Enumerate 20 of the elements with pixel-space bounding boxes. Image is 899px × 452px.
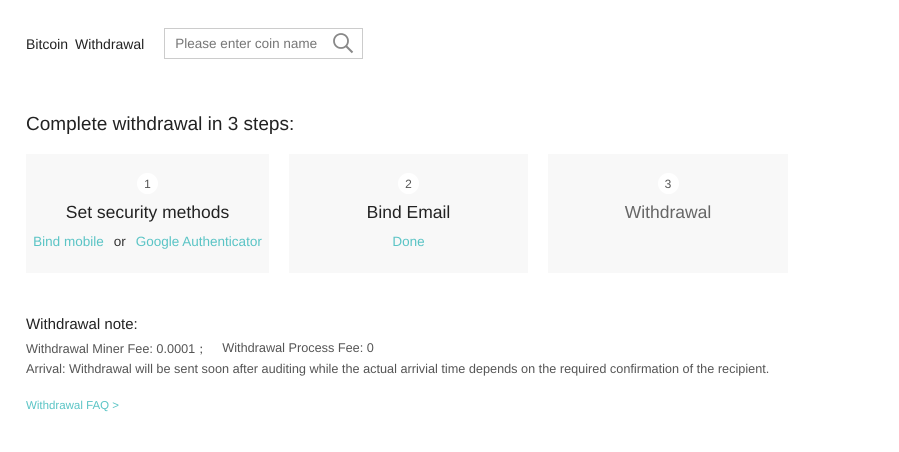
step-link[interactable]: Bind mobile [33, 234, 104, 249]
step-link[interactable]: Done [392, 234, 425, 249]
step-text: or [114, 234, 126, 249]
step-link[interactable]: Google Authenticator [136, 234, 262, 249]
fee-text: Withdrawal Miner Fee: 0.0001； [26, 341, 208, 358]
step-number: 3 [658, 173, 678, 194]
faq-link[interactable]: Withdrawal FAQ > [26, 400, 119, 412]
note-title: Withdrawal note: [26, 316, 139, 333]
coin-name: Bitcoin [26, 36, 68, 52]
step-number: 1 [137, 173, 158, 194]
fee-text: Withdrawal Process Fee: 0 [222, 341, 374, 357]
search-icon[interactable] [332, 32, 354, 54]
page-title: Withdrawal [75, 36, 144, 52]
step-title: Set security methods [66, 202, 230, 223]
search-field[interactable]: Please enter coin name [164, 28, 364, 59]
step-title: Bind Email [366, 202, 450, 223]
steps-heading: Complete withdrawal in 3 steps: [26, 114, 296, 136]
step-number: 2 [398, 173, 419, 194]
arrival-text: Arrival: Withdrawal will be sent soon after auditing while the actual arrivial time depends on the required confirmation of the recipient. [26, 362, 770, 376]
step-title: Withdrawal [624, 202, 712, 223]
